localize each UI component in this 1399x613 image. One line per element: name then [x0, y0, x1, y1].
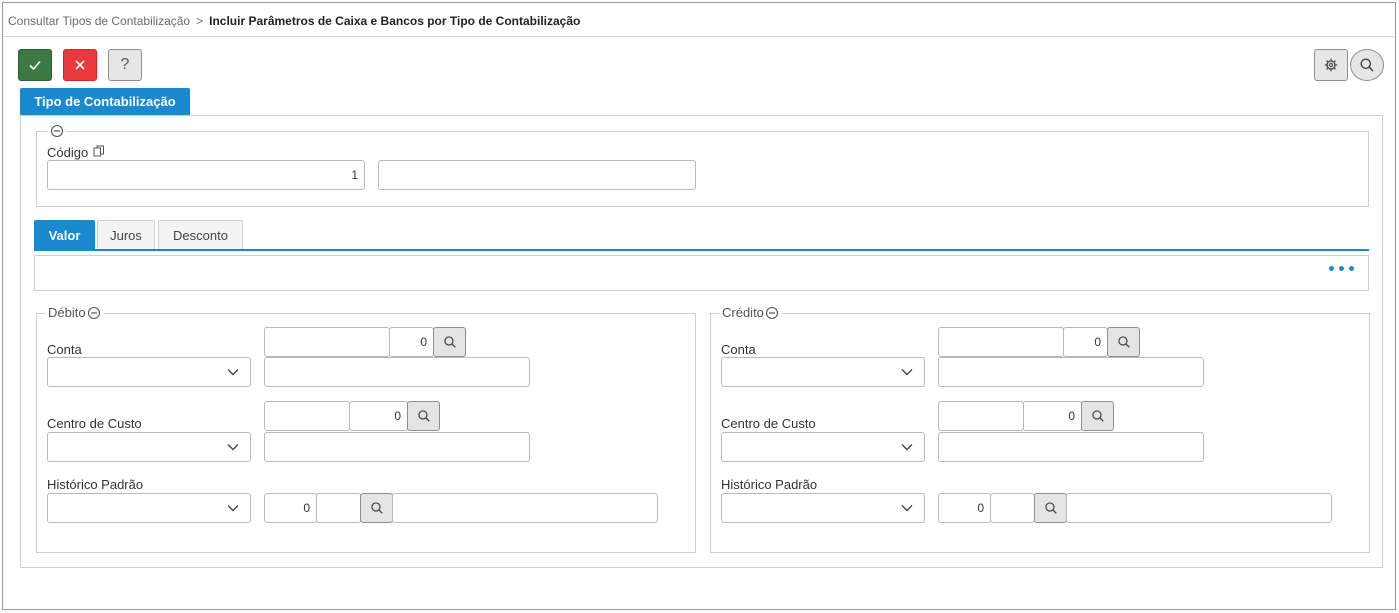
collapse-icon — [50, 124, 64, 138]
breadcrumb-parent-link[interactable]: Consultar Tipos de Contabilização — [8, 14, 190, 28]
copy-icon[interactable] — [93, 145, 105, 157]
tab-desconto[interactable]: Desconto — [158, 220, 243, 250]
debito-conta-code-input[interactable] — [264, 327, 390, 357]
debito-historico-description-input[interactable] — [392, 493, 658, 523]
debito-legend-text: Débito — [48, 305, 86, 320]
chevron-down-icon — [901, 505, 913, 512]
chevron-down-icon — [227, 369, 239, 376]
more-options-icon[interactable] — [1329, 266, 1354, 271]
credito-collapse-icon[interactable] — [765, 306, 779, 320]
tab-valor[interactable]: Valor — [34, 220, 95, 250]
search-icon — [417, 410, 430, 422]
credito-historico-label: Histórico Padrão — [721, 477, 818, 492]
gear-icon — [1324, 58, 1338, 72]
global-search-button[interactable] — [1350, 49, 1384, 81]
confirm-button[interactable] — [18, 49, 52, 81]
breadcrumb: Consultar Tipos de Contabilização > Inclui… — [8, 14, 580, 30]
credito-legend-text: Crédito — [722, 305, 764, 320]
credito-conta-number-input[interactable]: 0 — [1063, 327, 1108, 357]
credito-legend: Crédito — [719, 305, 782, 320]
credito-conta-code-input[interactable] — [938, 327, 1064, 357]
chevron-down-icon — [227, 444, 239, 451]
codigo-label-text: Código — [47, 145, 89, 160]
cancel-button[interactable] — [63, 49, 97, 81]
credito-conta-select[interactable] — [721, 357, 925, 387]
debito-historico-code-input[interactable] — [316, 493, 361, 523]
debito-conta-description-input[interactable] — [264, 357, 530, 387]
debito-conta-number-input[interactable]: 0 — [389, 327, 434, 357]
breadcrumb-separator: > — [196, 14, 204, 28]
debito-collapse-icon[interactable] — [87, 306, 101, 320]
debito-centro-code-input[interactable] — [264, 401, 350, 431]
debito-centro-select[interactable] — [47, 432, 251, 462]
credito-historico-select[interactable] — [721, 493, 925, 523]
chevron-down-icon — [901, 369, 913, 376]
debito-conta-label: Conta — [47, 342, 82, 357]
search-icon — [1091, 410, 1104, 422]
search-icon — [1360, 58, 1374, 72]
debito-centro-label: Centro de Custo — [47, 416, 142, 431]
chevron-down-icon — [901, 444, 913, 451]
credito-centro-number-input[interactable]: 0 — [1023, 401, 1082, 431]
debito-historico-select[interactable] — [47, 493, 251, 523]
header-divider — [3, 36, 1395, 37]
credito-centro-label: Centro de Custo — [721, 416, 816, 431]
debito-historico-number-input[interactable]: 0 — [264, 493, 317, 523]
credito-historico-search-button[interactable] — [1034, 493, 1067, 523]
credito-centro-code-input[interactable] — [938, 401, 1024, 431]
codigo-section-collapse-button[interactable] — [48, 124, 66, 143]
breadcrumb-current: Incluir Parâmetros de Caixa e Bancos por… — [209, 14, 581, 28]
search-icon — [1044, 502, 1057, 514]
tab-underline — [34, 249, 1369, 251]
close-icon — [75, 60, 85, 70]
credito-conta-description-input[interactable] — [938, 357, 1204, 387]
tab-toolbar — [34, 255, 1369, 291]
search-icon — [370, 502, 383, 514]
credito-centro-search-button[interactable] — [1081, 401, 1114, 431]
credito-historico-number-input[interactable]: 0 — [938, 493, 991, 523]
codigo-label: Código — [47, 145, 105, 160]
settings-button[interactable] — [1314, 49, 1348, 81]
check-icon — [29, 60, 41, 71]
credito-conta-search-button[interactable] — [1107, 327, 1140, 357]
search-icon — [1117, 336, 1130, 348]
debito-conta-select[interactable] — [47, 357, 251, 387]
tab-tipo-contabilizacao[interactable]: Tipo de Contabilização — [20, 88, 190, 115]
credito-historico-description-input[interactable] — [1066, 493, 1332, 523]
credito-conta-label: Conta — [721, 342, 756, 357]
codigo-description-input[interactable] — [378, 160, 696, 190]
debito-centro-description-input[interactable] — [264, 432, 530, 462]
search-icon — [443, 336, 456, 348]
credito-centro-description-input[interactable] — [938, 432, 1204, 462]
tab-juros[interactable]: Juros — [97, 220, 155, 250]
debito-centro-number-input[interactable]: 0 — [349, 401, 408, 431]
credito-historico-code-input[interactable] — [990, 493, 1035, 523]
debito-historico-label: Histórico Padrão — [47, 477, 144, 492]
chevron-down-icon — [227, 505, 239, 512]
help-button[interactable]: ? — [108, 49, 142, 81]
debito-conta-search-button[interactable] — [433, 327, 466, 357]
codigo-input[interactable]: 1 — [47, 160, 365, 190]
debito-historico-search-button[interactable] — [360, 493, 393, 523]
debito-legend: Débito — [45, 305, 104, 320]
credito-centro-select[interactable] — [721, 432, 925, 462]
debito-centro-search-button[interactable] — [407, 401, 440, 431]
